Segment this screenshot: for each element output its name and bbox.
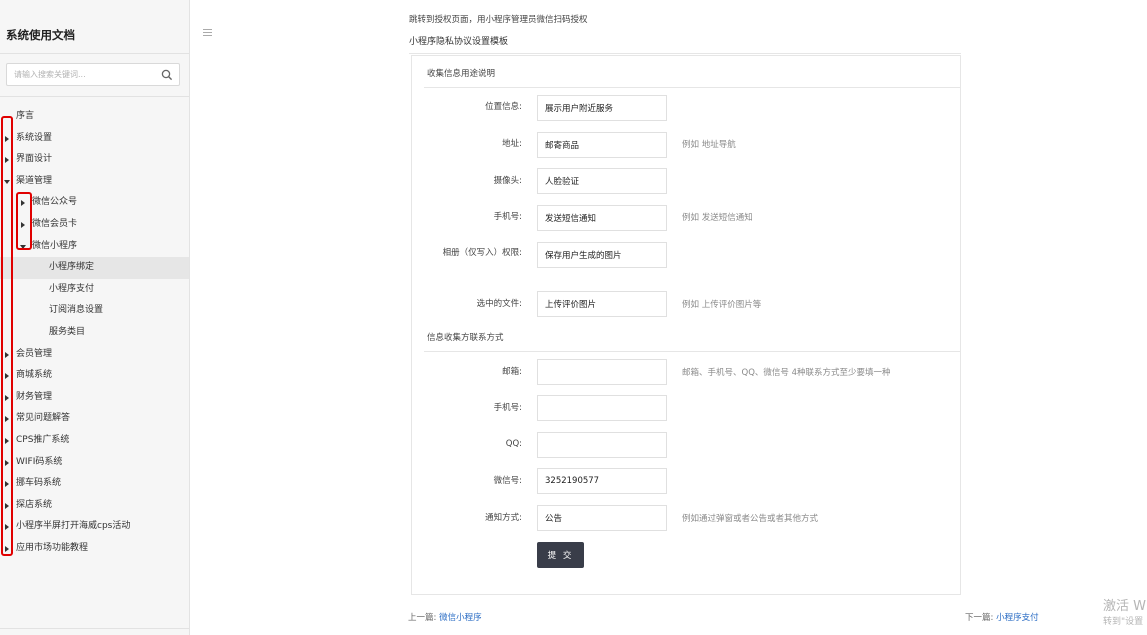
email-hint: 邮箱、手机号、QQ、微信号 4种联系方式至少要填一种: [682, 368, 891, 378]
address-hint: 例如 地址导航: [682, 140, 736, 150]
instruction-text: 跳转到授权页面，用小程序管理员微信扫码授权: [409, 15, 588, 25]
camera-input[interactable]: [537, 168, 667, 194]
qq-label: QQ:: [505, 439, 522, 449]
file-hint: 例如 上传评价图片等: [682, 300, 762, 310]
submit-button[interactable]: 提 交: [537, 542, 584, 568]
next-article-link[interactable]: 小程序支付: [996, 613, 1039, 623]
prev-article: 上一篇: 微信小程序: [408, 611, 482, 623]
sidebar-item-miniprogram-bind[interactable]: 小程序绑定: [0, 257, 189, 279]
next-label: 下一篇:: [965, 613, 994, 623]
location-label: 位置信息:: [485, 102, 522, 112]
sidebar-item-member[interactable]: 会员管理: [0, 344, 189, 366]
sidebar-item-label: 微信会员卡: [32, 219, 78, 229]
sidebar-item-cps[interactable]: CPS推广系统: [0, 430, 189, 452]
sidebar-item-preface[interactable]: 序言: [0, 106, 189, 128]
group-title-usage: 收集信息用途说明: [427, 69, 496, 79]
sidebar-item-label: 渠道管理: [16, 175, 53, 186]
phone-hint: 例如 发送短信通知: [682, 213, 753, 223]
sidebar-item-label: 服务类目: [49, 327, 86, 337]
notify-hint: 例如通过弹窗或者公告或者其他方式: [682, 514, 819, 524]
sidebar-divider: [0, 96, 189, 97]
sidebar-divider: [0, 53, 189, 54]
prev-article-link[interactable]: 微信小程序: [439, 613, 482, 623]
group-divider: [424, 87, 961, 88]
wechat-input[interactable]: [537, 468, 667, 494]
sidebar-item-label: 应用市场功能教程: [16, 543, 89, 553]
sidebar-item-service-category[interactable]: 服务类目: [0, 322, 189, 344]
sidebar-item-label: 界面设计: [16, 154, 53, 165]
sidebar-item-label: 小程序绑定: [49, 262, 95, 273]
search-input[interactable]: [14, 67, 154, 82]
docs-title: 系统使用文档: [6, 28, 75, 42]
album-input[interactable]: [537, 242, 667, 268]
qq-input[interactable]: [537, 432, 667, 458]
annotation-box-top-level-carets: [1, 116, 13, 556]
sidebar-item-label: 序言: [16, 111, 35, 121]
sidebar-item-label: 挪车码系统: [16, 478, 62, 489]
menu-toggle-icon[interactable]: [203, 29, 212, 37]
sidebar: 系统使用文档 序言 系统设置 界面设计 渠道管理 微信公众号: [0, 0, 190, 635]
sidebar-item-channel-management[interactable]: 渠道管理: [0, 171, 189, 193]
sidebar-item-label: WIFI码系统: [16, 456, 63, 467]
activation-watermark-line1: 激活 W: [1103, 599, 1146, 614]
notify-input[interactable]: [537, 505, 667, 531]
sidebar-item-system-settings[interactable]: 系统设置: [0, 128, 189, 150]
prev-label: 上一篇:: [408, 613, 437, 623]
location-input[interactable]: [537, 95, 667, 121]
group-divider: [424, 351, 961, 352]
sidebar-item-wifi[interactable]: WIFI码系统: [0, 452, 189, 474]
sidebar-item-label: 微信公众号: [32, 197, 78, 208]
album-label: 相册（仅写入）权限:: [442, 248, 522, 258]
sidebar-item-halfscreen-cps[interactable]: 小程序半屏打开海威cps活动: [0, 516, 189, 538]
search-icon[interactable]: [161, 69, 173, 81]
sidebar-item-explore-shop[interactable]: 探店系统: [0, 495, 189, 517]
sidebar-item-label: 订阅消息设置: [49, 305, 104, 316]
sidebar-item-label: 小程序支付: [49, 283, 95, 294]
file-input[interactable]: [537, 291, 667, 317]
sidebar-item-label: 系统设置: [16, 132, 53, 143]
phone-input[interactable]: [537, 205, 667, 231]
address-input[interactable]: [537, 132, 667, 158]
wechat-label: 微信号:: [493, 476, 522, 486]
annotation-box-sub-level-carets: [16, 192, 32, 250]
sidebar-item-app-market[interactable]: 应用市场功能教程: [0, 538, 189, 560]
contact-phone-label: 手机号:: [493, 403, 522, 413]
file-label: 选中的文件:: [476, 299, 522, 309]
search-box[interactable]: [6, 63, 180, 86]
camera-label: 摄像头:: [493, 176, 522, 186]
activation-watermark-line2: 转到"设置: [1103, 617, 1144, 627]
address-label: 地址:: [502, 139, 522, 149]
email-label: 邮箱:: [502, 367, 522, 377]
sidebar-item-label: 微信小程序: [32, 240, 78, 251]
email-input[interactable]: [537, 359, 667, 385]
contact-phone-input[interactable]: [537, 395, 667, 421]
sidebar-item-label: 会员管理: [16, 348, 53, 359]
sidebar-item-faq[interactable]: 常见问题解答: [0, 408, 189, 430]
sidebar-item-move-car[interactable]: 挪车码系统: [0, 473, 189, 495]
section-divider: [409, 53, 961, 54]
sidebar-item-miniprogram-pay[interactable]: 小程序支付: [0, 279, 189, 301]
sidebar-item-subscribe-msg[interactable]: 订阅消息设置: [0, 300, 189, 322]
sidebar-item-label: 小程序半屏打开海威cps活动: [16, 521, 131, 532]
sidebar-item-label: CPS推广系统: [16, 435, 70, 445]
group-title-contact: 信息收集方联系方式: [427, 333, 504, 343]
sidebar-item-finance[interactable]: 财务管理: [0, 387, 189, 409]
next-article: 下一篇: 小程序支付: [965, 611, 1039, 623]
sidebar-item-ui-design[interactable]: 界面设计: [0, 149, 189, 171]
section-title: 小程序隐私协议设置模板: [409, 37, 509, 47]
sidebar-item-mall[interactable]: 商城系统: [0, 365, 189, 387]
notify-label: 通知方式:: [485, 513, 522, 523]
sidebar-item-label: 常见问题解答: [16, 413, 71, 424]
sidebar-item-label: 探店系统: [16, 499, 53, 510]
sidebar-item-label: 财务管理: [16, 391, 53, 402]
phone-label: 手机号:: [493, 212, 522, 222]
sidebar-item-label: 商城系统: [16, 370, 53, 381]
sidebar-divider: [0, 628, 189, 629]
